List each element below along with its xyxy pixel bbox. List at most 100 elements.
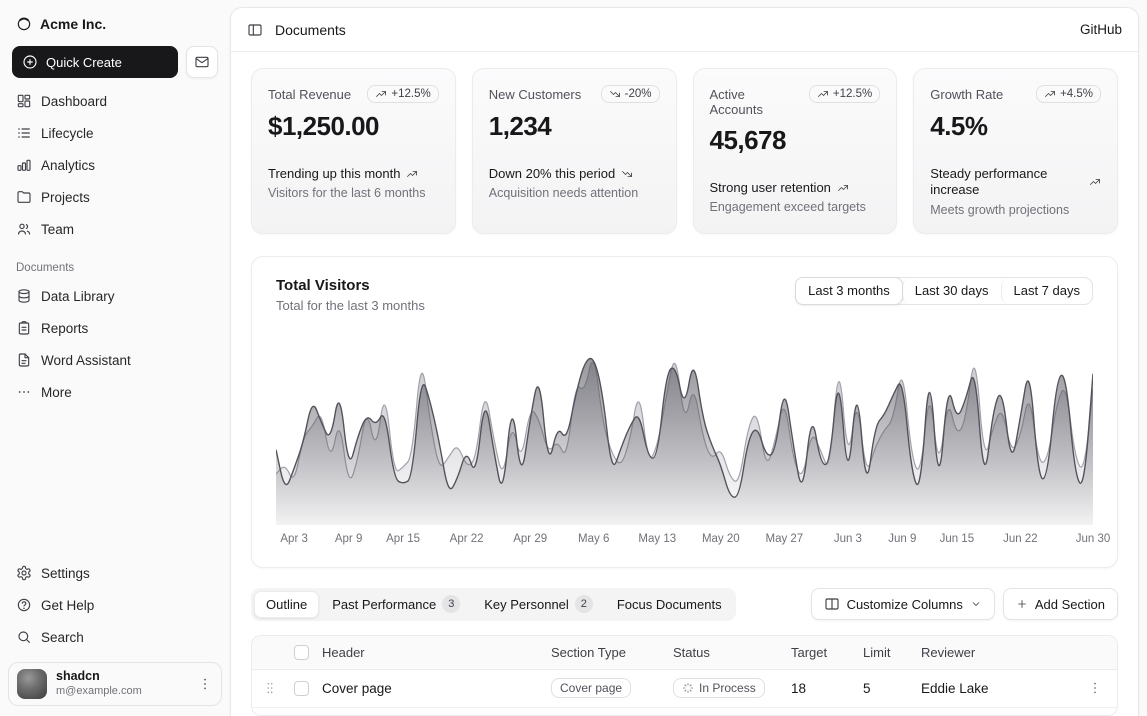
user-menu[interactable]: shadcn m@example.com xyxy=(8,662,222,706)
sidebar-item-analytics[interactable]: Analytics xyxy=(8,150,222,180)
tab-key-personnel[interactable]: Key Personnel 2 xyxy=(473,591,604,618)
x-axis-label: May 13 xyxy=(638,533,676,545)
stat-value: 45,678 xyxy=(710,125,881,156)
sidebar-item-data-library[interactable]: Data Library xyxy=(8,281,222,311)
trending-up-icon xyxy=(406,168,418,180)
gear-icon xyxy=(16,565,32,581)
range-last-30-days[interactable]: Last 30 days xyxy=(902,278,1001,304)
x-axis-label: Jun 3 xyxy=(834,533,862,545)
sidebar-item-lifecycle[interactable]: Lifecycle xyxy=(8,118,222,148)
sidebar-item-label: Lifecycle xyxy=(41,126,94,141)
x-axis-label: May 20 xyxy=(702,533,740,545)
add-section-button[interactable]: Add Section xyxy=(1003,588,1118,620)
org-name: Acme Inc. xyxy=(40,16,106,32)
search-icon xyxy=(16,629,32,645)
trend-badge: -20% xyxy=(601,85,660,103)
sidebar-item-label: Data Library xyxy=(41,289,115,304)
tab-outline[interactable]: Outline xyxy=(254,591,319,618)
nav-documents: Data Library Reports Word Assistant More xyxy=(8,281,222,407)
logo-icon xyxy=(16,16,32,32)
customize-columns-button[interactable]: Customize Columns xyxy=(811,588,995,620)
sidebar-item-label: Analytics xyxy=(41,158,95,173)
chart-subtitle: Total for the last 3 months xyxy=(276,298,425,313)
trending-down-icon xyxy=(609,88,621,100)
col-reviewer: Reviewer xyxy=(915,645,1073,660)
stat-footer-desc: Meets growth projections xyxy=(930,203,1101,217)
sidebar-item-team[interactable]: Team xyxy=(8,214,222,244)
cell-limit: 5 xyxy=(853,681,915,696)
columns-icon xyxy=(824,596,840,612)
sidebar: Acme Inc. Quick Create Dashboard Lifecyc… xyxy=(0,0,230,716)
sidebar-item-dashboard[interactable]: Dashboard xyxy=(8,86,222,116)
col-limit: Limit xyxy=(853,645,915,660)
cell-target: 18 xyxy=(781,681,853,696)
range-last-7-days[interactable]: Last 7 days xyxy=(1001,278,1093,304)
chevron-down-icon xyxy=(970,598,982,610)
panel-left-icon xyxy=(247,22,263,38)
page-title: Documents xyxy=(275,22,346,38)
trending-up-icon xyxy=(1044,88,1056,100)
trend-badge: +12.5% xyxy=(809,85,880,103)
x-axis-label: Apr 29 xyxy=(513,533,547,545)
visitors-chart-svg xyxy=(276,335,1093,525)
stat-card-total-revenue: Total Revenue +12.5% $1,250.00 Trending … xyxy=(251,68,456,234)
col-status: Status xyxy=(667,645,781,660)
stat-footer-desc: Acquisition needs attention xyxy=(489,186,660,200)
github-link[interactable]: GitHub xyxy=(1080,22,1122,37)
inbox-button[interactable] xyxy=(186,46,218,78)
avatar xyxy=(17,669,47,699)
select-all-checkbox[interactable] xyxy=(294,645,309,660)
row-checkbox[interactable] xyxy=(294,681,309,696)
tab-focus-documents[interactable]: Focus Documents xyxy=(606,591,733,618)
view-tabs: Outline Past Performance 3 Key Personnel… xyxy=(251,588,736,621)
chart-bar-icon xyxy=(16,157,32,173)
tab-count-badge: 2 xyxy=(575,595,593,613)
stat-footer-title: Trending up this month xyxy=(268,166,439,182)
tab-past-performance[interactable]: Past Performance 3 xyxy=(321,591,471,618)
sidebar-item-projects[interactable]: Projects xyxy=(8,182,222,212)
user-name: shadcn xyxy=(56,669,188,685)
sidebar-item-label: Get Help xyxy=(41,598,94,613)
plus-icon xyxy=(1016,598,1028,610)
x-axis-label: May 27 xyxy=(765,533,803,545)
x-axis-label: Apr 15 xyxy=(386,533,420,545)
stat-label: New Customers xyxy=(489,85,581,102)
stat-footer-title: Down 20% this period xyxy=(489,166,660,182)
table-header-row: Header Section Type Status Target Limit … xyxy=(252,636,1117,670)
sidebar-item-label: Reports xyxy=(41,321,88,336)
sidebar-item-more[interactable]: More xyxy=(8,377,222,407)
sidebar-item-search[interactable]: Search xyxy=(8,622,222,652)
page-header: Documents GitHub xyxy=(231,8,1138,52)
sidebar-item-get-help[interactable]: Get Help xyxy=(8,590,222,620)
cell-header[interactable]: Cover page xyxy=(316,681,545,696)
x-axis-labels: Apr 3Apr 9Apr 15Apr 22Apr 29May 6May 13M… xyxy=(276,531,1093,549)
stat-label: Active Accounts xyxy=(710,85,801,117)
x-axis-label: Jun 15 xyxy=(940,533,975,545)
sidebar-toggle-button[interactable] xyxy=(247,22,263,38)
trend-badge: +12.5% xyxy=(367,85,438,103)
stat-value: 4.5% xyxy=(930,111,1101,142)
sidebar-item-word-assistant[interactable]: Word Assistant xyxy=(8,345,222,375)
stat-footer-desc: Visitors for the last 6 months xyxy=(268,186,439,200)
quick-create-label: Quick Create xyxy=(46,55,122,70)
user-email: m@example.com xyxy=(56,685,188,699)
range-last-3-months[interactable]: Last 3 months xyxy=(795,277,903,305)
loader-icon xyxy=(682,682,694,694)
stat-card-new-customers: New Customers -20% 1,234 Down 20% this p… xyxy=(472,68,677,234)
table-toolbar: Outline Past Performance 3 Key Personnel… xyxy=(251,588,1118,621)
drag-handle-icon[interactable] xyxy=(258,680,282,696)
stat-value: $1,250.00 xyxy=(268,111,439,142)
quick-create-button[interactable]: Quick Create xyxy=(12,46,178,78)
database-icon xyxy=(16,288,32,304)
nav-main: Dashboard Lifecycle Analytics Projects T… xyxy=(8,86,222,244)
sidebar-item-reports[interactable]: Reports xyxy=(8,313,222,343)
org-switcher[interactable]: Acme Inc. xyxy=(8,10,222,38)
row-menu-button[interactable] xyxy=(1079,680,1111,696)
x-axis-label: Jun 30 xyxy=(1076,533,1111,545)
stat-cards: Total Revenue +12.5% $1,250.00 Trending … xyxy=(251,68,1118,234)
folder-icon xyxy=(16,189,32,205)
sidebar-item-settings[interactable]: Settings xyxy=(8,558,222,588)
x-axis-label: Jun 9 xyxy=(888,533,916,545)
sidebar-item-label: Dashboard xyxy=(41,94,107,109)
x-axis-label: Apr 22 xyxy=(450,533,484,545)
